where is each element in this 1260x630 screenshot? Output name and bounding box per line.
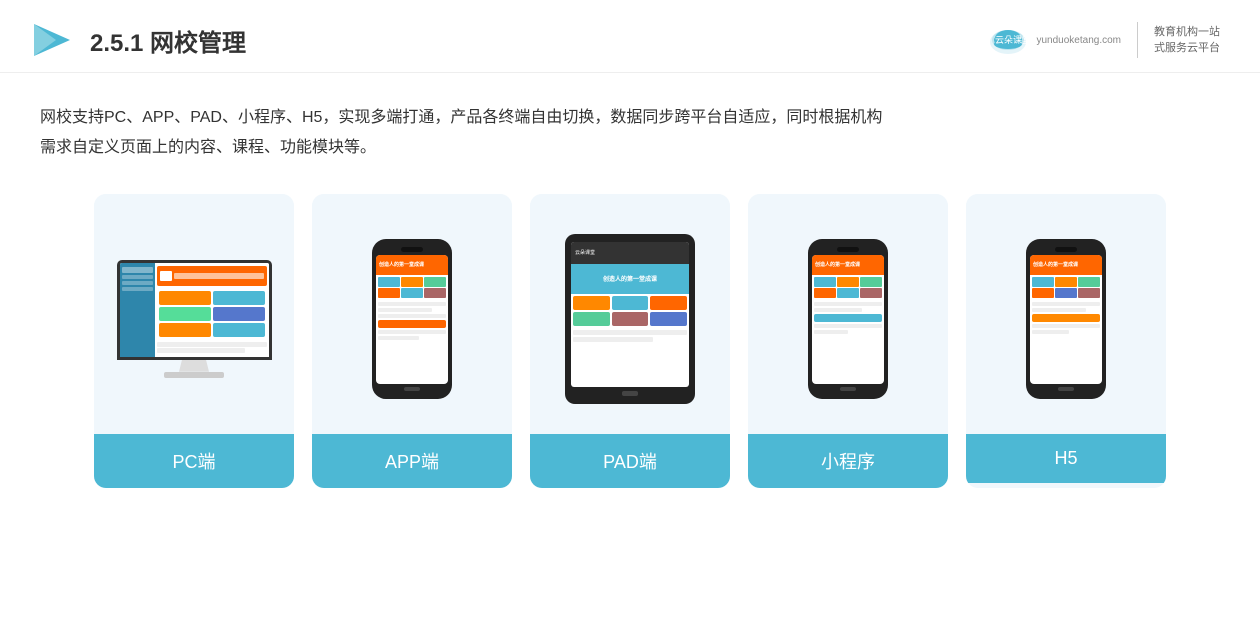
card-pc-image (94, 194, 294, 434)
card-miniprogram: 创造人的第一堂成课 (748, 194, 948, 488)
desc-line2: 需求自定义页面上的内容、课程、功能模块等。 (40, 133, 1220, 163)
svg-text:云朵课堂: 云朵课堂 (995, 34, 1028, 45)
desc-line1: 网校支持PC、APP、PAD、小程序、H5，实现多端打通，产品各终端自由切换，数… (40, 103, 1220, 133)
h5-phone-notch (1055, 247, 1077, 252)
card-pad-image: 云朵课堂 创造人的第一堂成课 (530, 194, 730, 434)
description-block: 网校支持PC、APP、PAD、小程序、H5，实现多端打通，产品各终端自由切换，数… (0, 73, 1260, 184)
pad-mockup: 云朵课堂 创造人的第一堂成课 (565, 234, 695, 404)
card-pc-label: PC端 (94, 434, 294, 488)
card-miniprogram-image: 创造人的第一堂成课 (748, 194, 948, 434)
card-app-image: 创造人的第一堂成课 (312, 194, 512, 434)
phone-home-btn (404, 387, 420, 391)
brand-divider (1137, 22, 1138, 58)
phone-screen-mini: 创造人的第一堂成课 (812, 255, 884, 384)
phone-notch (401, 247, 423, 252)
phone-screen-app: 创造人的第一堂成课 (376, 255, 448, 384)
triangle-logo-icon (30, 18, 74, 62)
phone-mockup-mini: 创造人的第一堂成课 (808, 239, 888, 399)
page: 2.5.1 网校管理 云朵课堂 yunduoketang.com (0, 0, 1260, 630)
title-bold: 网校管理 (150, 30, 246, 57)
card-h5-image: 创造人的第一堂成课 (966, 194, 1166, 434)
cards-section: PC端 创造人的第一堂成课 (0, 184, 1260, 518)
brand-area: 云朵课堂 yunduoketang.com 教育机构一站 式服务云平台 (988, 22, 1220, 58)
brand-text: yunduoketang.com (1036, 35, 1121, 46)
h5-phone-home (1058, 387, 1074, 391)
pc-mockup (114, 260, 274, 378)
pad-screen: 云朵课堂 创造人的第一堂成课 (571, 242, 689, 387)
card-pad-label: PAD端 (530, 434, 730, 488)
card-h5: 创造人的第一堂成课 (966, 194, 1166, 488)
header-left: 2.5.1 网校管理 (30, 18, 246, 62)
slogan-line2: 式服务云平台 (1154, 40, 1220, 57)
mini-phone-notch (837, 247, 859, 252)
card-miniprogram-label: 小程序 (748, 434, 948, 488)
card-app-label: APP端 (312, 434, 512, 488)
phone-mockup-app: 创造人的第一堂成课 (372, 239, 452, 399)
brand-url: yunduoketang.com (1036, 35, 1121, 46)
header: 2.5.1 网校管理 云朵课堂 yunduoketang.com (0, 0, 1260, 73)
card-app: 创造人的第一堂成课 (312, 194, 512, 488)
card-pad: 云朵课堂 创造人的第一堂成课 (530, 194, 730, 488)
pad-home-btn (622, 391, 638, 396)
mini-phone-home (840, 387, 856, 391)
slogan-line1: 教育机构一站 (1154, 24, 1220, 41)
card-pc: PC端 (94, 194, 294, 488)
phone-mockup-h5: 创造人的第一堂成课 (1026, 239, 1106, 399)
title-prefix: 2.5.1 (90, 30, 150, 57)
brand-slogan: 教育机构一站 式服务云平台 (1154, 24, 1220, 57)
phone-screen-h5: 创造人的第一堂成课 (1030, 255, 1102, 384)
cloud-logo-icon: 云朵课堂 (988, 22, 1028, 58)
page-title: 2.5.1 网校管理 (90, 23, 246, 58)
card-h5-label: H5 (966, 434, 1166, 483)
brand-logo: 云朵课堂 (988, 22, 1028, 58)
pc-screen (117, 260, 272, 360)
